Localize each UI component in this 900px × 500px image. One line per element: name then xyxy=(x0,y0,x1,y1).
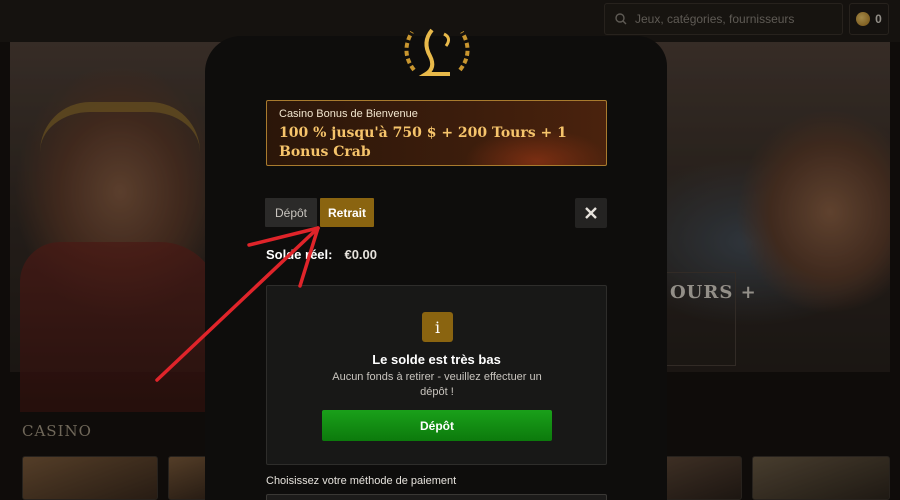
close-icon xyxy=(585,207,597,219)
banner-subtitle: Casino Bonus de Bienvenue xyxy=(279,108,418,120)
tab-depot[interactable]: Dépôt xyxy=(265,198,317,227)
payment-method-select[interactable] xyxy=(266,494,607,500)
info-icon: i xyxy=(422,312,453,342)
real-balance-row: Solde réel: €0.00 xyxy=(266,247,377,262)
real-balance-label: Solde réel: xyxy=(266,247,333,262)
low-balance-card: i Le solde est très bas Aucun fonds à re… xyxy=(266,285,607,465)
real-balance-value: €0.00 xyxy=(344,247,378,262)
low-balance-title: Le solde est très bas xyxy=(372,352,501,367)
deposit-button[interactable]: Dépôt xyxy=(322,410,552,441)
close-button[interactable] xyxy=(575,198,607,228)
welcome-bonus-banner[interactable]: Casino Bonus de Bienvenue 100 % jusqu'à … xyxy=(266,100,607,166)
brand-logo-icon xyxy=(404,28,470,76)
tab-retrait[interactable]: Retrait xyxy=(320,198,374,227)
low-balance-message: Aucun fonds à retirer - veuillez effectu… xyxy=(332,371,542,398)
payment-method-label: Choisissez votre méthode de paiement xyxy=(266,475,457,487)
banner-title: 100 % jusqu'à 750 $ + 200 Tours + 1 Bonu… xyxy=(279,125,567,160)
